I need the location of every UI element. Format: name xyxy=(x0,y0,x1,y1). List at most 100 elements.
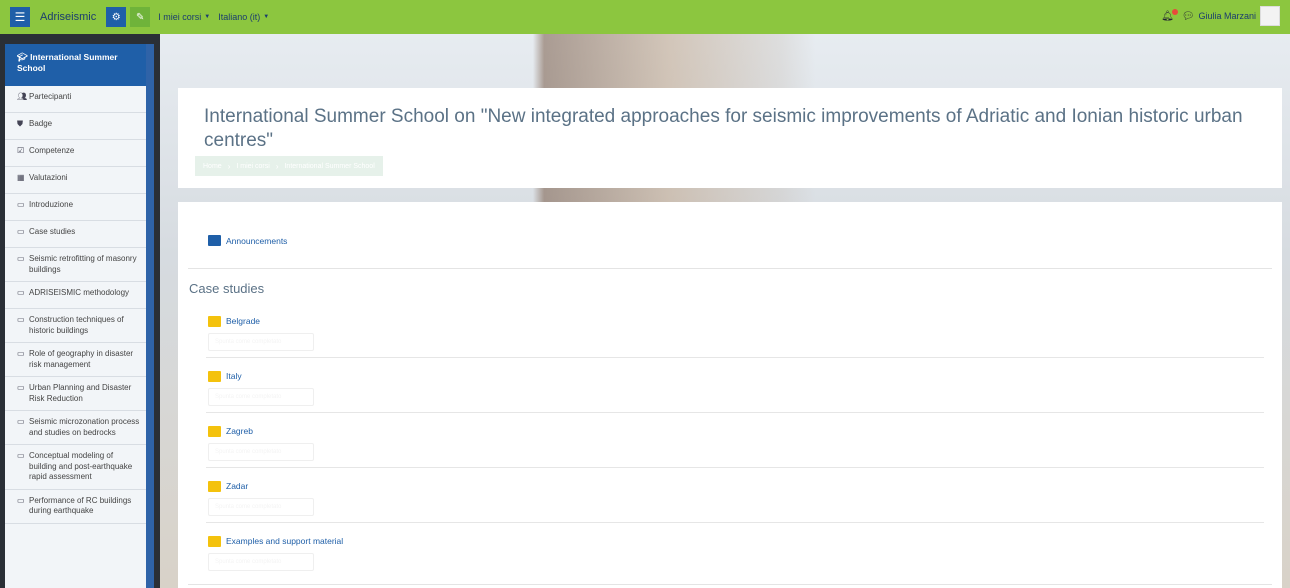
folder-outline-icon: ▭ xyxy=(17,315,25,324)
course-nav: 🎓︎ International Summer School 👥︎ Parteci… xyxy=(5,44,146,588)
language-label: Italiano (it) xyxy=(218,12,261,22)
user-name[interactable]: Giulia Marzani xyxy=(1198,11,1256,21)
completion-button[interactable]: Spunta come completato xyxy=(208,553,314,571)
section-title: Case studies xyxy=(189,281,265,296)
folder-outline-icon: ▭ xyxy=(17,417,25,426)
activity-label: Zagreb xyxy=(226,426,253,436)
page-title: International Summer School on "New inte… xyxy=(204,106,1243,151)
announcements-label: Announcements xyxy=(226,235,288,246)
sidebar-course-title[interactable]: 🎓︎ International Summer School xyxy=(5,44,146,86)
course-content: Announcements Case studies Belgrade Spun… xyxy=(178,202,1282,588)
chat-icon[interactable]: 💬︎ xyxy=(1182,11,1195,22)
my-courses-label: I miei corsi xyxy=(158,12,202,22)
sidebar-item-label: Valutazioni xyxy=(29,173,68,182)
activity-link-zagreb[interactable]: Zagreb xyxy=(208,424,1264,438)
sidebar-item-badge[interactable]: ⛊ Badge xyxy=(5,113,146,140)
folder-icon xyxy=(208,315,221,327)
completion-button[interactable]: Spunta come completato xyxy=(208,498,314,516)
sidebar-item-construction-techniques[interactable]: ▭ Construction techniques of historic bui… xyxy=(5,309,146,343)
activity-link-examples[interactable]: Examples and support material xyxy=(208,534,1264,548)
sidebar-item-valutazioni[interactable]: ▦ Valutazioni xyxy=(5,167,146,194)
completion-button[interactable]: Spunta come completato xyxy=(208,388,314,406)
breadcrumb-my-courses[interactable]: I miei corsi xyxy=(236,163,269,170)
sidebar-item-label: Conceptual modeling of building and post… xyxy=(29,451,133,481)
activity-link-italy[interactable]: Italy xyxy=(208,369,1264,383)
activity-item: Examples and support material Spunta com… xyxy=(208,534,1264,571)
breadcrumb-home[interactable]: Home xyxy=(203,163,222,170)
edit-icon[interactable]: ✎ xyxy=(130,7,151,27)
activity-label: Italy xyxy=(226,371,242,381)
activity-item: Zagreb Spunta come completato xyxy=(208,424,1264,461)
chevron-right-icon: › xyxy=(275,161,279,171)
announcements-link[interactable]: Announcements xyxy=(208,235,287,246)
my-courses-menu[interactable]: I miei corsi ▼ xyxy=(158,12,210,22)
gear-icon[interactable]: ⚙ xyxy=(106,7,127,27)
user-menu[interactable]: 🔔︎ 💬︎ Giulia Marzani xyxy=(1161,6,1280,26)
grid-icon: ▦ xyxy=(17,173,25,182)
sidebar-item-label: Badge xyxy=(29,119,53,128)
folder-outline-icon: ▭ xyxy=(17,227,25,236)
section-divider xyxy=(188,268,1272,269)
chevron-down-icon: ▼ xyxy=(204,14,211,20)
sidebar-item-partecipanti[interactable]: 👥︎ Partecipanti xyxy=(5,86,146,113)
sidebar-item-adriseismic-methodology[interactable]: ▭ ADRISEISMIC methodology xyxy=(5,282,146,309)
activity-divider xyxy=(206,522,1264,523)
folder-icon xyxy=(208,425,221,437)
folder-outline-icon: ▭ xyxy=(17,349,25,358)
sidebar-item-introduzione[interactable]: ▭ Introduzione xyxy=(5,194,146,221)
activity-item: Zadar Spunta come completato xyxy=(208,479,1264,516)
shield-icon: ⛊ xyxy=(17,119,23,128)
site-name[interactable]: Adriseismic xyxy=(40,11,96,23)
activity-link-zadar[interactable]: Zadar xyxy=(208,479,1264,493)
sidebar-item-label: Performance of RC buildings during earth… xyxy=(29,495,132,516)
sidebar-item-label: ADRISEISMIC methodology xyxy=(29,288,130,297)
sidebar-item-performance-rc[interactable]: ▭ Performance of RC buildings during eart… xyxy=(5,490,146,524)
graduation-cap-icon: 🎓︎ xyxy=(17,52,28,62)
breadcrumb: Home › I miei corsi › International Summ… xyxy=(195,156,383,176)
checkbox-icon: ☑ xyxy=(17,146,25,155)
chevron-down-icon: ▼ xyxy=(263,14,270,20)
activity-link-belgrade[interactable]: Belgrade xyxy=(208,314,1264,328)
notification-badge xyxy=(1171,9,1178,15)
forum-icon xyxy=(208,235,221,246)
sidebar-item-seismic-microzonation[interactable]: ▭ Seismic microzonation process and studi… xyxy=(5,411,146,445)
sidebar-item-competenze[interactable]: ☑ Competenze xyxy=(5,140,146,167)
sidebar-scrollbar[interactable] xyxy=(146,44,154,588)
sidebar-item-label: Case studies xyxy=(29,227,76,236)
activity-item: Belgrade Spunta come completato xyxy=(208,314,1264,351)
folder-icon xyxy=(208,370,221,382)
sidebar-item-seismic-retrofitting[interactable]: ▭ Seismic retrofitting of masonry buildin… xyxy=(5,248,146,282)
users-icon: 👥︎ xyxy=(17,92,28,101)
activity-divider xyxy=(206,412,1264,413)
sidebar-item-urban-planning[interactable]: ▭ Urban Planning and Disaster Risk Reduct… xyxy=(5,377,146,411)
sidebar-item-case-studies[interactable]: ▭ Case studies xyxy=(5,221,146,248)
folder-outline-icon: ▭ xyxy=(17,200,25,209)
sidebar-item-label: Role of geography in disaster risk manag… xyxy=(29,349,134,369)
completion-button[interactable]: Spunta come completato xyxy=(208,333,314,351)
activity-item: Italy Spunta come completato xyxy=(208,369,1264,406)
folder-icon xyxy=(208,535,221,547)
sidebar-item-role-of-geography[interactable]: ▭ Role of geography in disaster risk mana… xyxy=(5,343,146,377)
activity-divider xyxy=(206,467,1264,468)
activity-label: Belgrade xyxy=(226,316,261,326)
completion-button[interactable]: Spunta come completato xyxy=(208,443,314,461)
sidebar-item-label: Seismic microzonation process and studie… xyxy=(29,417,140,437)
sidebar-item-label: Introduzione xyxy=(29,200,74,209)
sidebar-item-label: Construction techniques of historic buil… xyxy=(29,315,124,335)
activity-label: Examples and support material xyxy=(226,536,344,546)
section-divider xyxy=(188,584,1272,585)
folder-outline-icon: ▭ xyxy=(17,495,25,505)
menu-icon[interactable]: ☰ xyxy=(10,7,30,27)
sidebar-item-label: Seismic retrofitting of masonry building… xyxy=(29,254,137,274)
sidebar-course-label: International Summer School xyxy=(17,52,118,73)
folder-icon xyxy=(208,480,221,492)
language-menu[interactable]: Italiano (it) ▼ xyxy=(218,12,269,22)
avatar[interactable] xyxy=(1260,6,1280,26)
chevron-right-icon: › xyxy=(227,161,231,171)
sidebar-item-label: Competenze xyxy=(29,146,75,155)
top-navbar: ☰ Adriseismic ⚙ ✎ I miei corsi ▼ Italian… xyxy=(0,0,1290,34)
activity-divider xyxy=(206,357,1264,358)
sidebar-item-conceptual-modeling[interactable]: ▭ Conceptual modeling of building and pos… xyxy=(5,445,146,490)
breadcrumb-course[interactable]: International Summer School xyxy=(284,163,374,170)
sidebar-item-label: Urban Planning and Disaster Risk Reducti… xyxy=(29,383,132,403)
